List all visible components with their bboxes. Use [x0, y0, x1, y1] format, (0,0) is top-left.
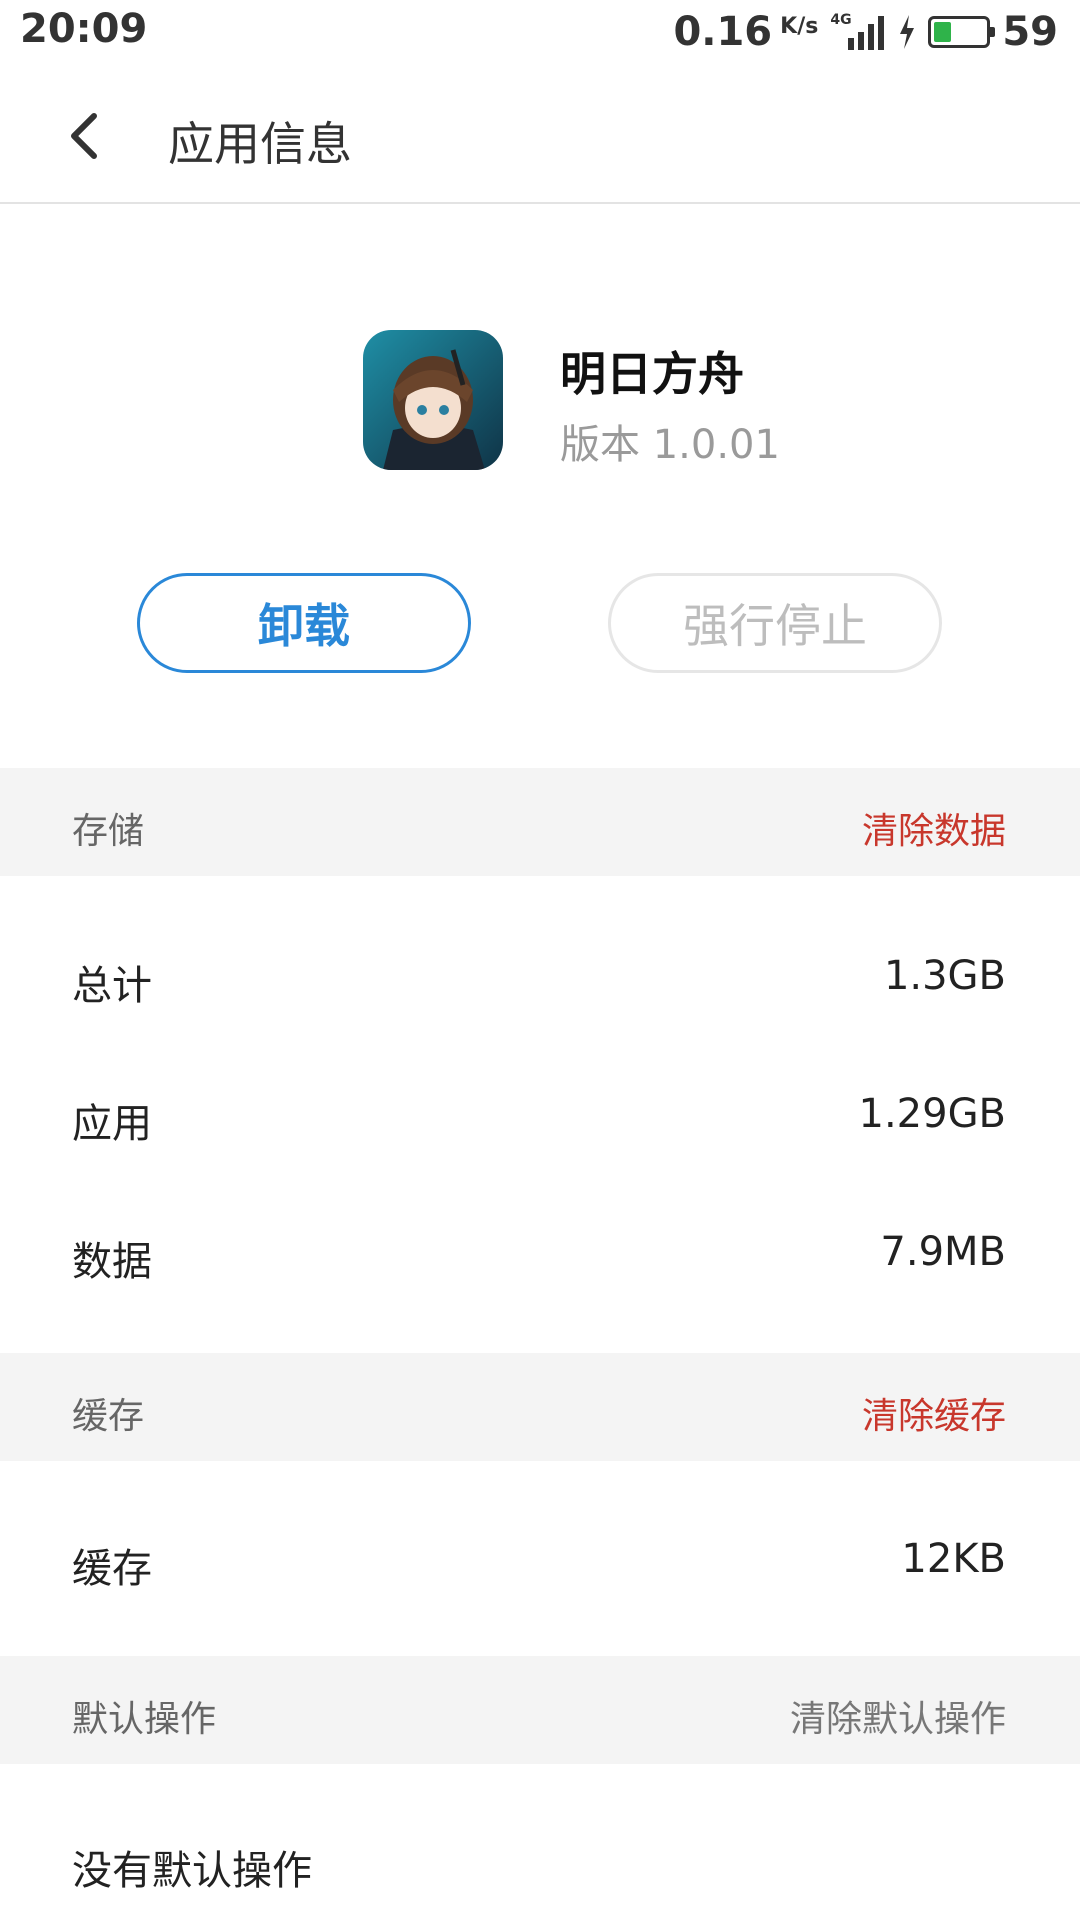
clear-cache-button[interactable]: 清除缓存: [862, 1387, 1006, 1439]
net-speed-unit: K/s: [780, 14, 819, 39]
battery-icon: [928, 16, 996, 48]
status-right: 0.16 K/s 4G 59: [673, 6, 1058, 58]
back-button[interactable]: [58, 106, 114, 166]
app-version: 版本 1.0.01: [560, 422, 780, 468]
cache-title: 缓存: [72, 1396, 145, 1437]
row-value: 7.9MB: [880, 1229, 1006, 1275]
charging-icon: [900, 15, 915, 49]
app-name: 明日方舟: [560, 347, 744, 401]
defaults-row: 没有默认操作: [0, 1802, 1080, 1922]
force-stop-button[interactable]: 强行停止: [608, 573, 942, 673]
row-value: 12KB: [901, 1536, 1006, 1582]
uninstall-button[interactable]: 卸载: [137, 573, 471, 673]
row-label: 应用: [72, 1101, 152, 1147]
battery-level: [934, 22, 951, 42]
row-value: 1.29GB: [858, 1091, 1007, 1137]
storage-row-app: 应用 1.29GB: [0, 1055, 1080, 1175]
storage-title: 存储: [72, 811, 145, 852]
storage-section-header: 存储 清除数据: [0, 768, 1080, 876]
clear-defaults-button[interactable]: 清除默认操作: [790, 1690, 1006, 1742]
cache-section-header: 缓存 清除缓存: [0, 1353, 1080, 1461]
battery-percent: 59: [1002, 9, 1058, 55]
page-title: 应用信息: [168, 117, 352, 171]
app-bar: 应用信息: [0, 66, 1080, 204]
defaults-section-header: 默认操作 清除默认操作: [0, 1656, 1080, 1764]
row-label: 数据: [72, 1239, 152, 1285]
app-icon: [363, 330, 503, 470]
row-label: 总计: [72, 963, 152, 1009]
storage-row-total: 总计 1.3GB: [0, 917, 1080, 1037]
net-speed: 0.16: [673, 9, 773, 55]
storage-row-data: 数据 7.9MB: [0, 1193, 1080, 1313]
cache-row: 缓存 12KB: [0, 1500, 1080, 1620]
defaults-title: 默认操作: [72, 1699, 217, 1740]
status-bar: 20:09 0.16 K/s 4G 59: [0, 0, 1080, 66]
status-time: 20:09: [20, 6, 148, 52]
row-value: 1.3GB: [883, 953, 1006, 999]
network-type: 4G: [830, 12, 852, 28]
row-label: 缓存: [72, 1546, 152, 1592]
signal-icon: 4G: [830, 12, 886, 52]
clear-data-button[interactable]: 清除数据: [862, 802, 1006, 854]
row-label: 没有默认操作: [72, 1848, 312, 1894]
